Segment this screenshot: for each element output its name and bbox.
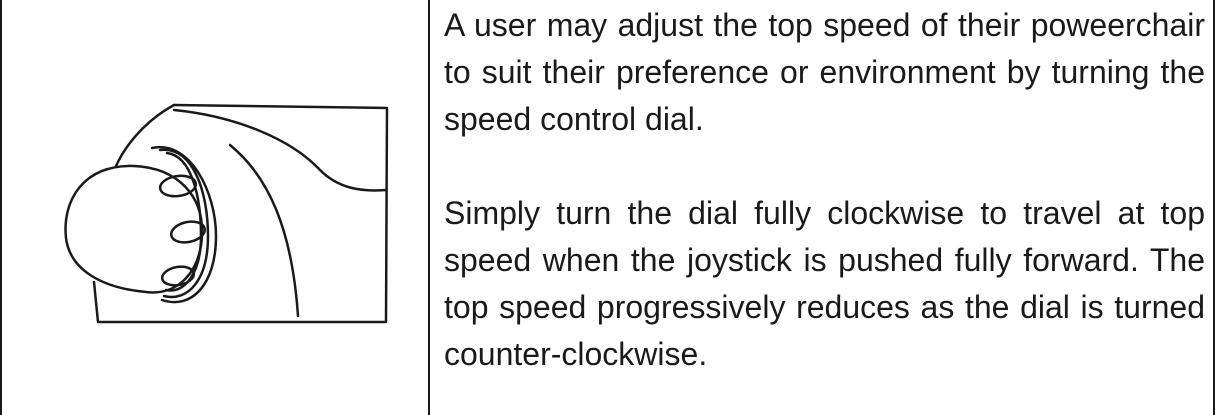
housing-upper-curve [114, 103, 176, 168]
instruction-table: A user may adjust the top speed of their… [0, 0, 1215, 415]
instruction-paragraph-1: A user may adjust the top speed of their… [444, 7, 1205, 137]
instruction-paragraph-2: Simply turn the dial fully clockwise to … [444, 195, 1205, 372]
figure-cell [2, 0, 430, 415]
housing-inner-curve [228, 143, 300, 318]
controller-housing-outline [92, 103, 389, 324]
joystick-knob [64, 164, 204, 294]
housing-shoulder-curve [172, 108, 388, 192]
instruction-text-cell: A user may adjust the top speed of their… [430, 0, 1213, 415]
dial-grip-bottom [160, 265, 196, 287]
joystick-speed-dial-icon [64, 103, 389, 324]
